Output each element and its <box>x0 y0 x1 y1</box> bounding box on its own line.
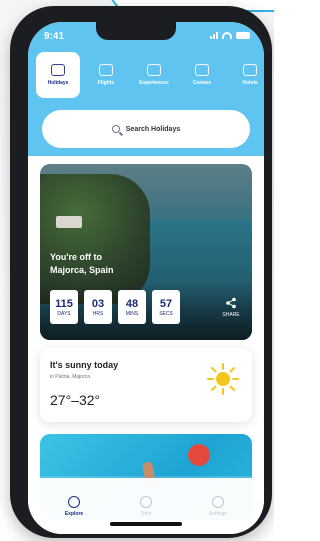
trip-hero-card[interactable]: You're off to Majorca, Spain 115 DAYS 03… <box>40 164 252 340</box>
holiday-icon <box>51 64 65 76</box>
countdown-unit: MINS <box>125 310 139 317</box>
tab-label: Hotels <box>242 80 258 86</box>
search-icon <box>111 125 120 133</box>
share-label: SHARE <box>222 311 240 318</box>
trip-title: You're off to Majorca, Spain <box>50 251 114 277</box>
search-placeholder: Search Holidays <box>125 125 181 133</box>
weather-heading: It's sunny today <box>50 360 119 370</box>
screenshot-stage: 9:41 Holidays Flights Experiences Cruise… <box>0 0 274 541</box>
tab-flights[interactable]: Flights <box>84 52 128 98</box>
house-image <box>56 216 82 228</box>
phone-frame: 9:41 Holidays Flights Experiences Cruise… <box>10 6 272 538</box>
countdown-days: 115 DAYS <box>50 290 78 324</box>
camera-icon <box>147 64 161 76</box>
ship-icon <box>195 64 209 76</box>
search-icon <box>68 495 80 508</box>
hotel-icon <box>243 64 257 76</box>
phone-screen: 9:41 Holidays Flights Experiences Cruise… <box>28 22 264 534</box>
tab-experiences[interactable]: Experiences <box>132 52 176 98</box>
weather-card[interactable]: It's sunny today in Palma, Majorca 27°–3… <box>40 348 252 422</box>
search-holidays-bar[interactable]: Search Holidays <box>42 110 250 148</box>
nav-settings[interactable]: Settings <box>190 495 246 517</box>
countdown-hours: 03 HRS <box>84 290 112 324</box>
signal-icon <box>210 32 218 39</box>
trip-title-line1: You're off to <box>50 252 102 262</box>
countdown-secs: 57 SECS <box>152 290 180 324</box>
countdown: 115 DAYS 03 HRS 48 MINS 57 SECS <box>50 290 180 324</box>
tab-label: Flights <box>97 80 115 86</box>
status-time: 9:41 <box>44 31 65 42</box>
category-tabs: Holidays Flights Experiences Cruises Hot… <box>36 52 264 98</box>
countdown-unit: DAYS <box>57 310 71 317</box>
tab-cruises[interactable]: Cruises <box>180 52 224 98</box>
gear-icon <box>212 495 224 508</box>
countdown-unit: HRS <box>92 310 104 317</box>
tab-label: Holidays <box>47 80 69 86</box>
weather-temp-range: 27°–32° <box>50 392 101 408</box>
share-button[interactable]: SHARE <box>218 290 244 324</box>
phone-notch <box>96 22 176 40</box>
tag-icon <box>140 495 152 508</box>
nav-trips[interactable]: Trips <box>118 495 174 517</box>
countdown-value: 57 <box>159 297 173 310</box>
nav-label: Trips <box>140 510 152 517</box>
countdown-value: 48 <box>125 297 139 310</box>
nav-label: Settings <box>208 510 228 517</box>
tab-hotels[interactable]: Hotels <box>228 52 264 98</box>
wifi-icon <box>222 32 232 39</box>
nav-label: Explore <box>64 510 84 517</box>
countdown-value: 115 <box>55 297 73 310</box>
share-icon <box>226 297 236 308</box>
plane-icon <box>99 64 113 76</box>
home-indicator <box>110 522 182 526</box>
battery-icon <box>236 32 250 39</box>
trip-title-line2: Majorca, Spain <box>50 265 114 275</box>
countdown-unit: SECS <box>159 310 173 317</box>
tab-label: Cruises <box>192 80 212 86</box>
status-icons <box>210 32 250 39</box>
countdown-mins: 48 MINS <box>118 290 146 324</box>
countdown-value: 03 <box>91 297 105 310</box>
nav-explore[interactable]: Explore <box>46 495 102 517</box>
tab-label: Experiences <box>139 80 169 86</box>
tab-holidays[interactable]: Holidays <box>36 52 80 98</box>
weather-location: in Palma, Majorca <box>50 374 91 380</box>
beach-ball-image <box>188 444 210 466</box>
sun-icon <box>207 363 239 395</box>
